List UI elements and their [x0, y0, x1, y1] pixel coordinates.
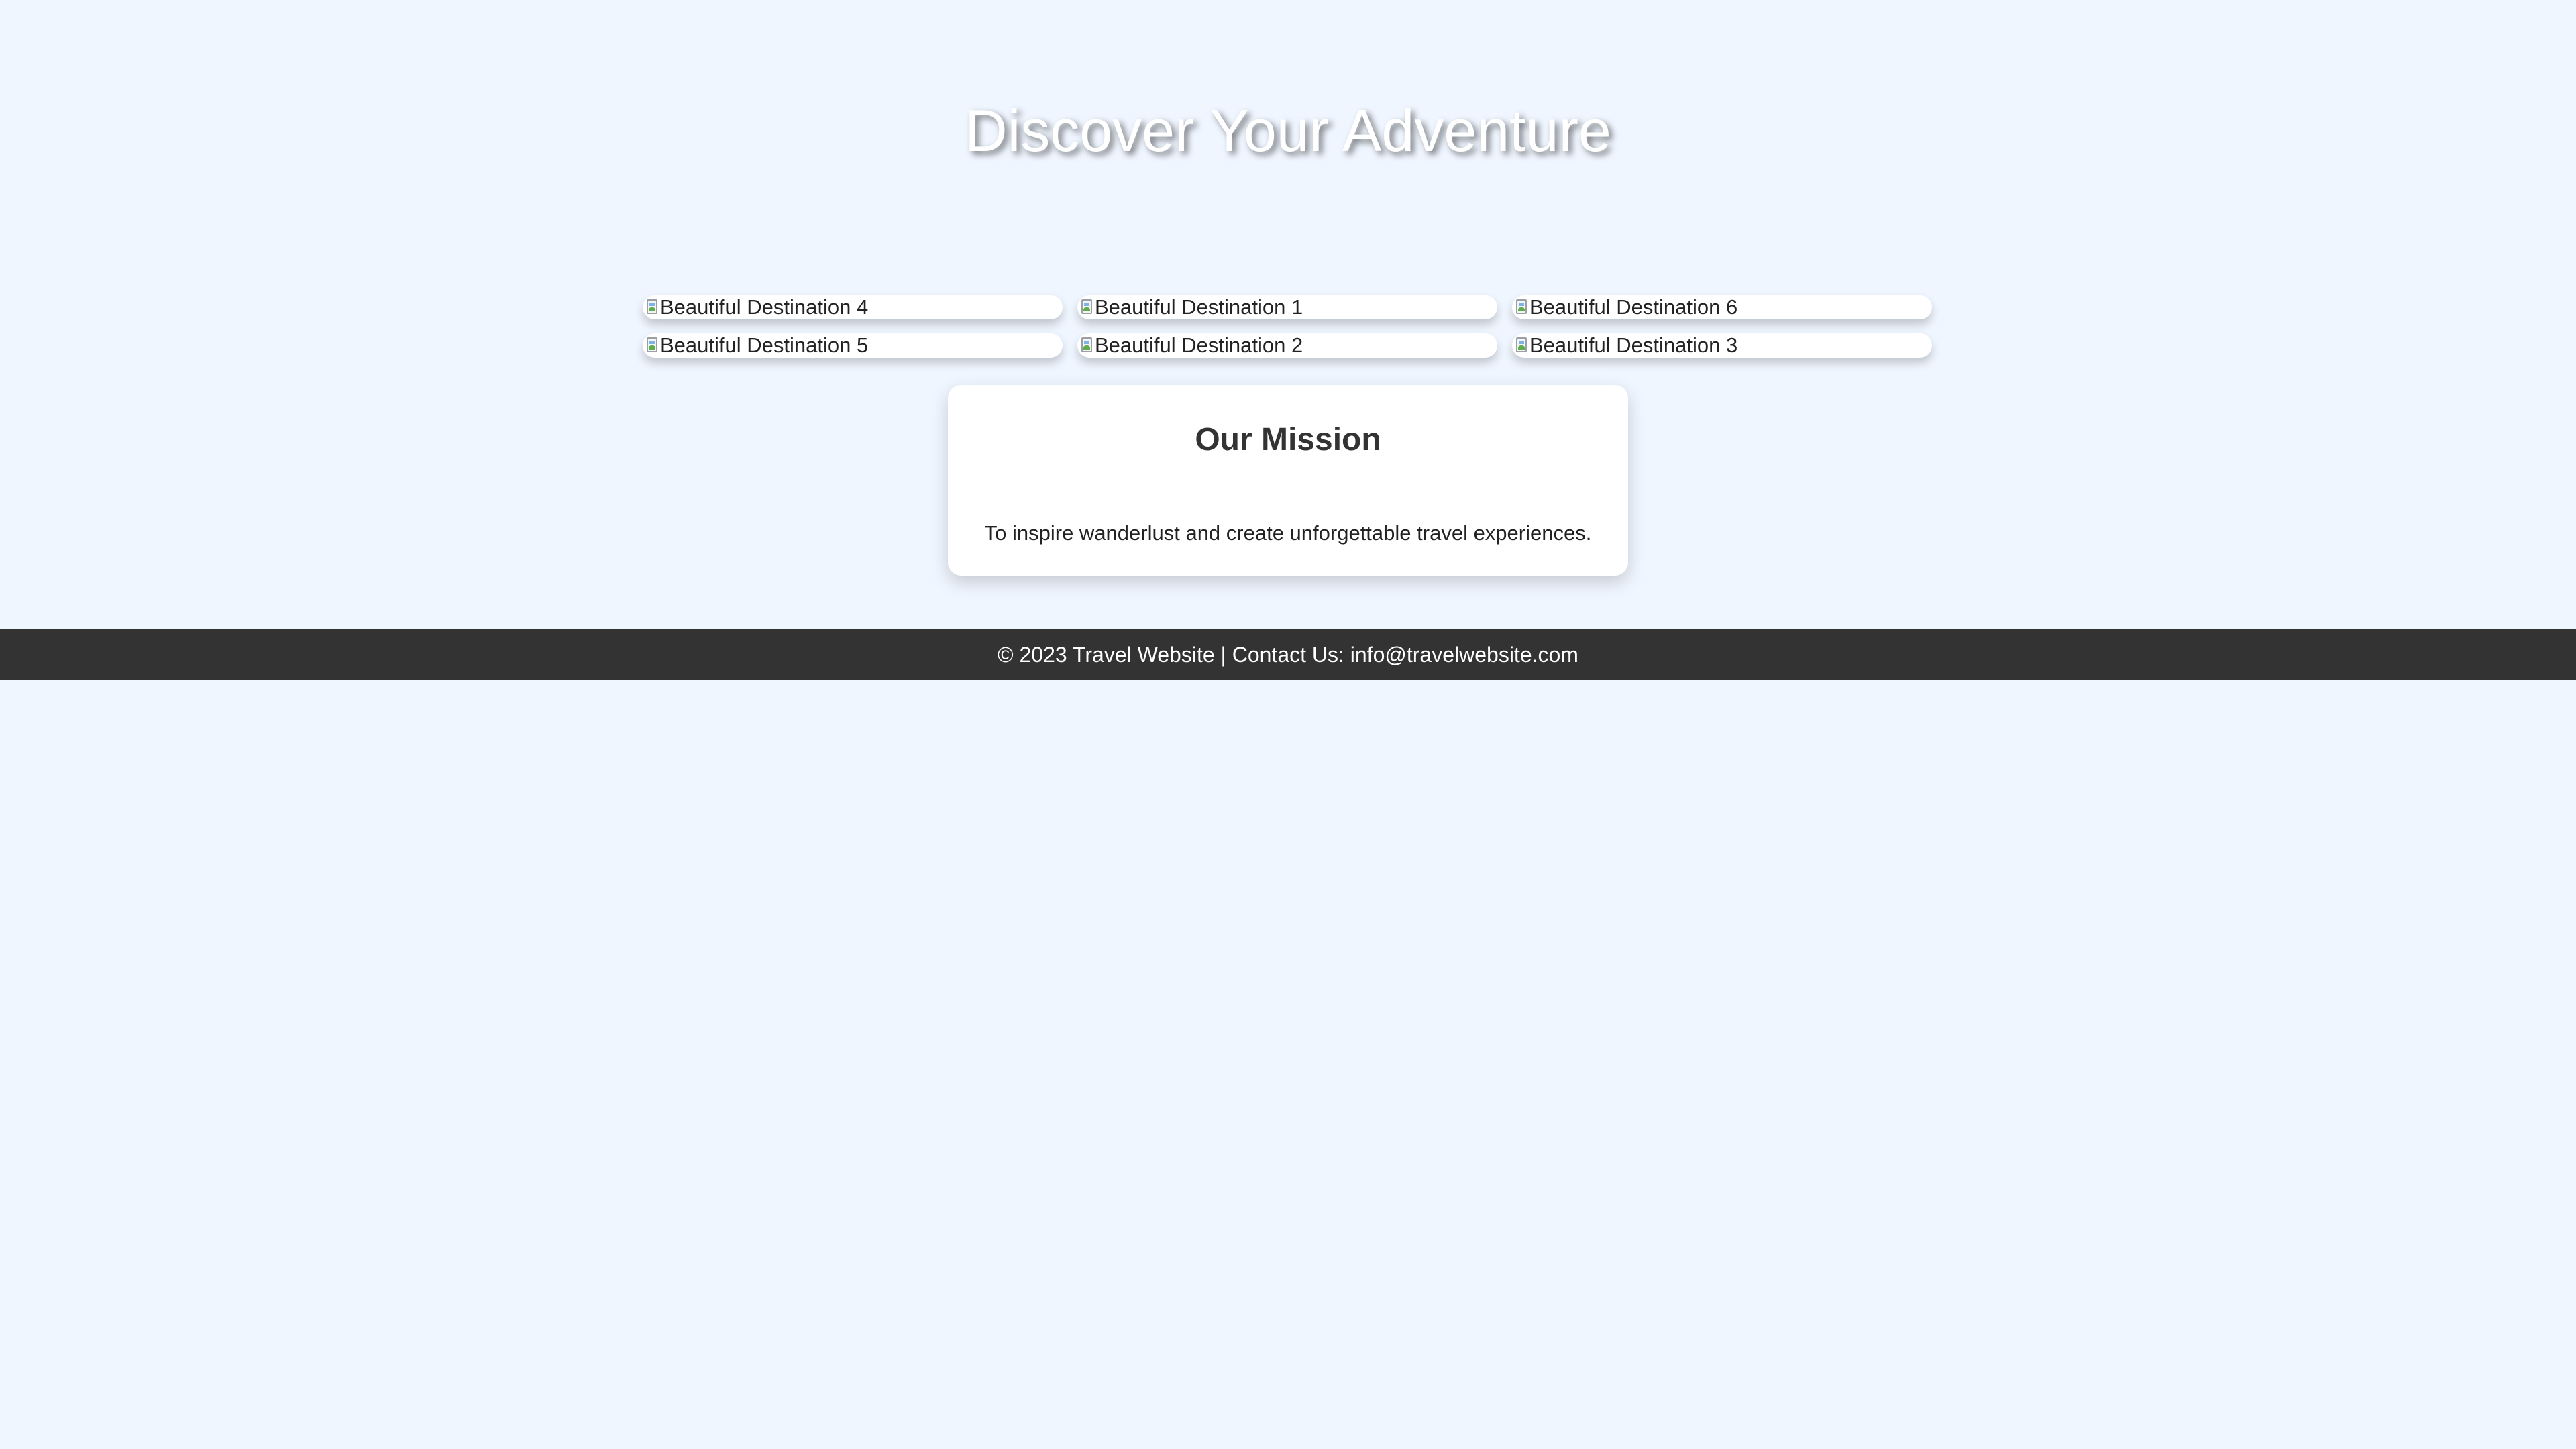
- image-alt-text: Beautiful Destination 6: [1529, 295, 1738, 319]
- image-alt-text: Beautiful Destination 1: [1095, 295, 1303, 319]
- gallery-item[interactable]: Beautiful Destination 5: [643, 333, 1063, 358]
- page-footer: © 2023 Travel Website | Contact Us: info…: [0, 629, 2576, 680]
- destination-gallery: Beautiful Destination 4 Beautiful Destin…: [643, 295, 1932, 358]
- broken-image-icon: [1080, 336, 1095, 355]
- mission-card: Our Mission To inspire wanderlust and cr…: [948, 385, 1628, 576]
- broken-image-icon: [1080, 298, 1095, 317]
- mission-text: To inspire wanderlust and create unforge…: [984, 521, 1592, 545]
- gallery-item[interactable]: Beautiful Destination 6: [1512, 295, 1932, 319]
- image-alt-text: Beautiful Destination 2: [1095, 333, 1303, 357]
- gallery-item[interactable]: Beautiful Destination 3: [1512, 333, 1932, 358]
- gallery-item[interactable]: Beautiful Destination 2: [1077, 333, 1497, 358]
- mission-heading: Our Mission: [1195, 422, 1381, 458]
- hero-title: Discover Your Adventure: [965, 97, 1611, 164]
- gallery-item[interactable]: Beautiful Destination 1: [1077, 295, 1497, 319]
- broken-image-icon: [645, 336, 660, 355]
- footer-text: © 2023 Travel Website | Contact Us: info…: [998, 642, 1578, 667]
- broken-image-icon: [1515, 298, 1529, 317]
- image-alt-text: Beautiful Destination 5: [660, 333, 869, 357]
- image-alt-text: Beautiful Destination 3: [1529, 333, 1738, 357]
- hero-section: Discover Your Adventure: [0, 0, 2576, 268]
- broken-image-icon: [645, 298, 660, 317]
- gallery-item[interactable]: Beautiful Destination 4: [643, 295, 1063, 319]
- broken-image-icon: [1515, 336, 1529, 355]
- image-alt-text: Beautiful Destination 4: [660, 295, 869, 319]
